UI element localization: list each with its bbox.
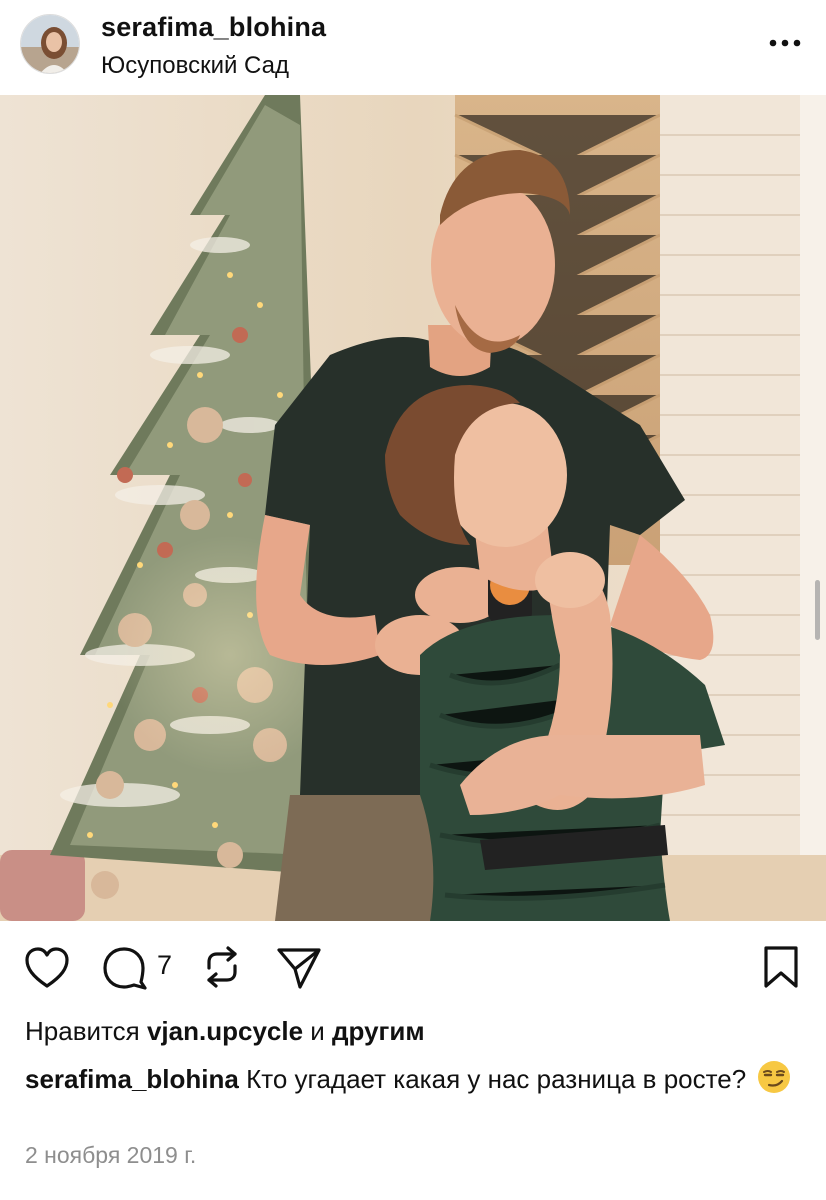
comment-count: 7 <box>157 950 173 980</box>
post-photo[interactable] <box>0 95 826 921</box>
repost-button[interactable] <box>200 944 244 990</box>
post-location[interactable]: Юсуповский Сад <box>101 52 289 80</box>
bookmark-icon <box>764 946 798 988</box>
send-icon <box>277 948 321 989</box>
comment-button[interactable] <box>101 946 149 990</box>
post-date: 2 ноября 2019 г. <box>25 1142 197 1168</box>
scrollbar[interactable] <box>815 580 820 640</box>
save-button[interactable] <box>762 944 800 990</box>
likes-others-link[interactable]: другим <box>332 1016 425 1046</box>
caption-text: Кто угадает какая у нас разница в росте? <box>246 1064 747 1094</box>
more-options-button[interactable] <box>760 28 810 58</box>
post-username[interactable]: serafima_blohina <box>101 12 326 43</box>
caption-username[interactable]: serafima_blohina <box>25 1064 239 1094</box>
heart-icon <box>25 947 69 988</box>
repost-icon <box>207 946 237 988</box>
smirking-face-emoji-icon <box>757 1060 791 1094</box>
post-caption: serafima_blohina Кто угадает какая у нас… <box>25 1060 795 1098</box>
likes-summary: Нравится vjan.upcycle и другим <box>25 1016 425 1047</box>
share-button[interactable] <box>276 946 322 990</box>
post-header: serafima_blohina Юсуповский Сад <box>0 0 826 95</box>
likes-and: и <box>310 1016 325 1046</box>
comment-icon <box>103 947 147 990</box>
like-button[interactable] <box>24 946 70 990</box>
likes-user-link[interactable]: vjan.upcycle <box>147 1016 303 1046</box>
more-dots-icon <box>769 39 801 47</box>
likes-prefix: Нравится <box>25 1016 140 1046</box>
avatar[interactable] <box>20 14 80 74</box>
